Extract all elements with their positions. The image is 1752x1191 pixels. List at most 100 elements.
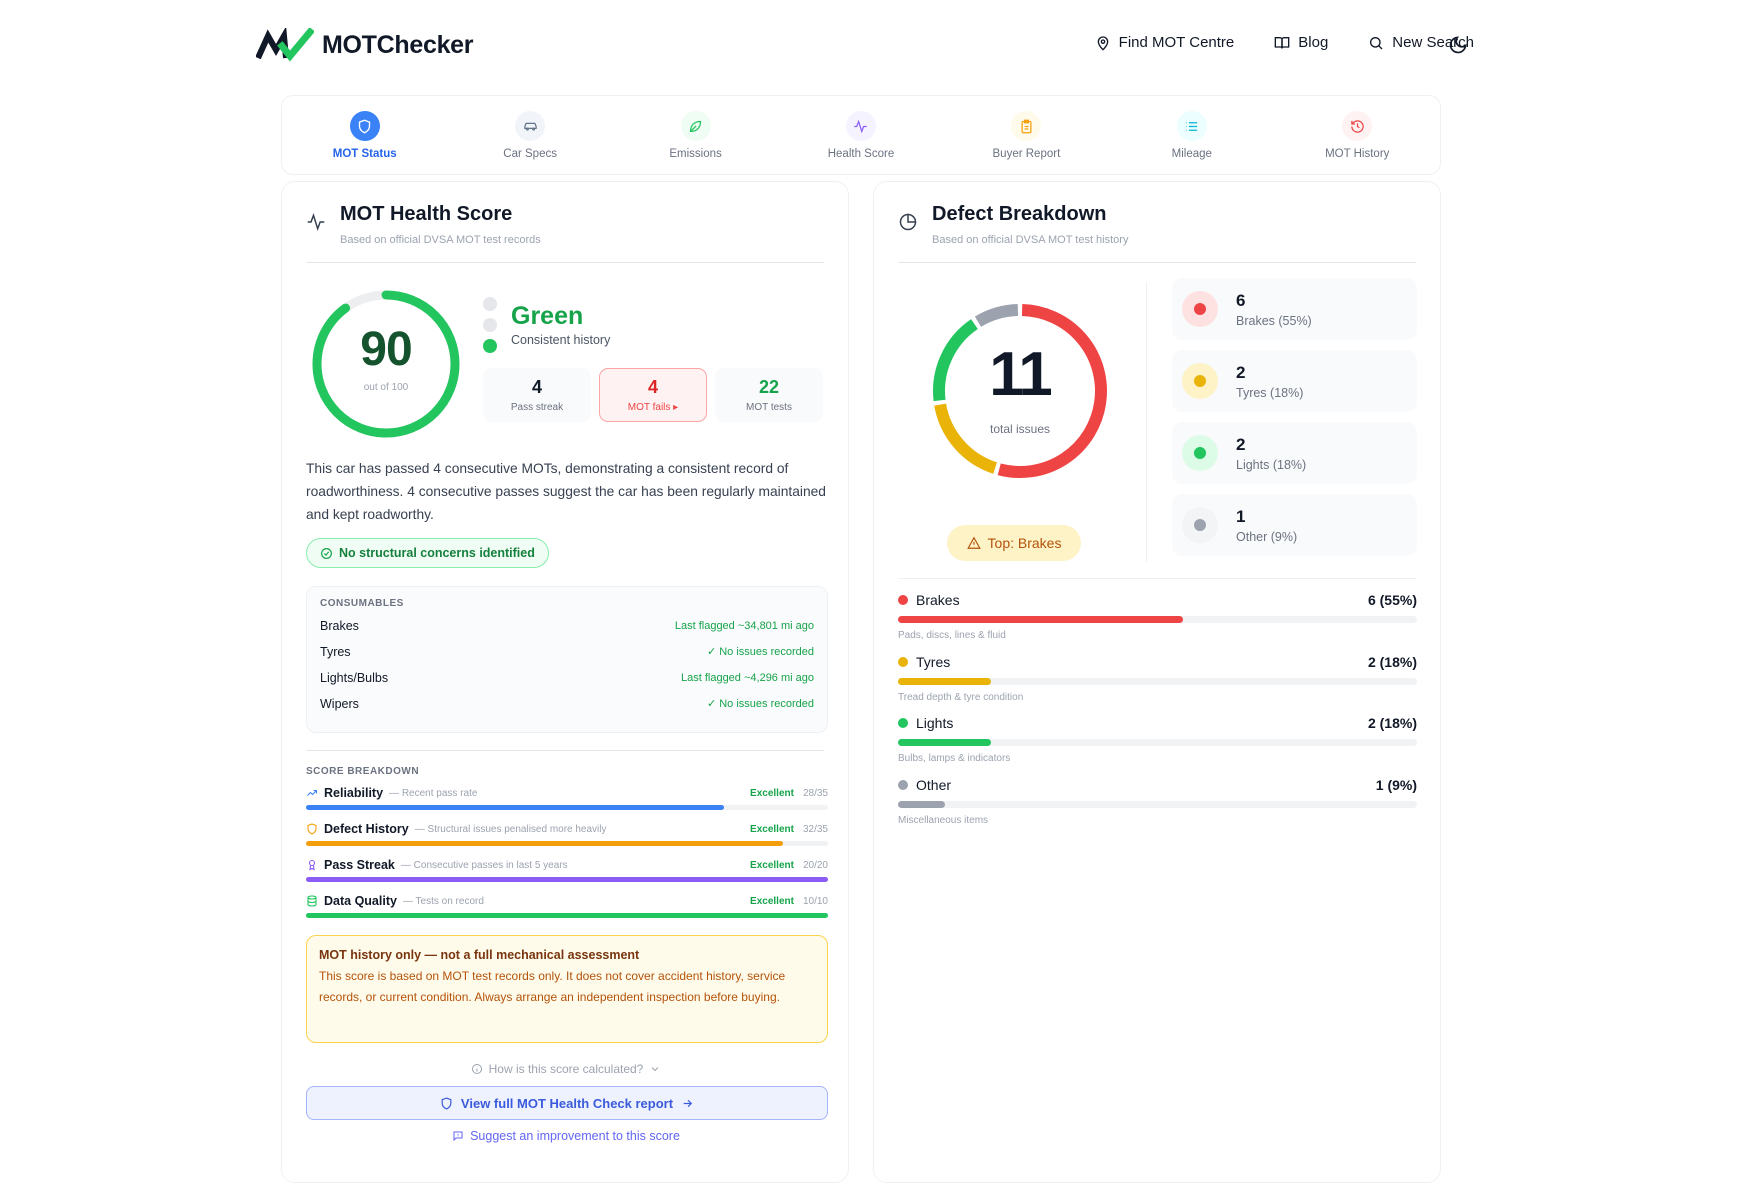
how-calculated-toggle[interactable]: How is this score calculated?	[282, 1062, 850, 1076]
bar-value: 1 (9%)	[1375, 776, 1417, 793]
bar-description: Miscellaneous items	[898, 814, 989, 826]
bar-name: Other	[916, 776, 952, 793]
breakdown-desc: — Recent pass rate	[389, 787, 478, 799]
tab-buyer-report[interactable]: Buyer Report	[944, 96, 1109, 174]
breakdown-track	[306, 805, 828, 810]
legend-label: Tyres (18%)	[1236, 385, 1304, 400]
breakdown-score: 32/35	[802, 823, 828, 835]
bar-fill	[898, 677, 992, 685]
moon-icon[interactable]	[1448, 35, 1468, 55]
tab-icon-wrap	[515, 111, 546, 141]
health-subtitle: Based on official DVSA MOT test records	[340, 234, 541, 246]
tab-icon-wrap	[845, 111, 876, 141]
nav-blog[interactable]: Blog	[1274, 34, 1328, 51]
legend-dot	[1194, 519, 1206, 531]
vertical-divider	[1146, 282, 1147, 562]
bar-name: Lights	[916, 715, 954, 731]
consumable-name: Brakes	[320, 619, 359, 633]
list-icon	[1186, 121, 1198, 131]
bar-track	[898, 677, 1417, 685]
health-summary: This car has passed 4 consecutive MOTs, …	[306, 461, 826, 522]
nav-find-centre[interactable]: Find MOT Centre	[1095, 34, 1235, 51]
breakdown-row-data-quality: Data Quality — Tests on record Excellent…	[306, 894, 828, 930]
tab-label: Mileage	[1171, 148, 1212, 160]
book-icon	[1274, 36, 1290, 48]
legend-item-tyres: 2 Tyres (18%)	[1172, 350, 1417, 412]
structural-status-text: No structural concerns identified	[339, 546, 535, 560]
breakdown-name: Reliability	[324, 786, 384, 800]
nav-find-centre-label: Find MOT Centre	[1118, 34, 1235, 51]
legend-dot	[1194, 447, 1206, 459]
breakdown-track	[306, 841, 828, 846]
bar-fill	[898, 739, 992, 746]
view-report-button[interactable]: View full MOT Health Check report	[306, 1086, 828, 1120]
tab-label: Buyer Report	[992, 148, 1061, 160]
score-breakdown-list: Reliability — Recent pass rate Excellent…	[306, 786, 828, 930]
suggest-improvement-label: Suggest an improvement to this score	[470, 1129, 680, 1143]
tab-health-score[interactable]: Health Score	[778, 96, 943, 174]
defect-bar-tyres: Tyres 2 (18%) Tread depth & tyre conditi…	[898, 654, 1417, 716]
stat-mot-tests: 22 MOT tests	[715, 368, 823, 422]
consumables-label: CONSUMABLES	[320, 598, 404, 609]
legend-dot	[1194, 375, 1206, 387]
health-title: MOT Health Score	[340, 203, 513, 225]
legend-dot-wrap	[1182, 291, 1218, 327]
tab-emissions[interactable]: Emissions	[613, 96, 778, 174]
defect-bar-lights: Lights 2 (18%) Bulbs, lamps & indicators	[898, 715, 1417, 777]
bar-fill	[898, 616, 1184, 623]
bar-dot	[898, 779, 908, 790]
divider	[898, 578, 1416, 579]
consumable-value: ✓ No issues recorded	[706, 698, 814, 710]
tab-label: Emissions	[669, 148, 722, 160]
consumable-value: Last flagged ~34,801 mi ago	[674, 620, 814, 632]
defect-card-header: Defect Breakdown Based on official DVSA …	[898, 200, 1128, 246]
suggest-improvement-link[interactable]: Suggest an improvement to this score	[282, 1129, 850, 1143]
bar-value: 2 (18%)	[1367, 715, 1417, 731]
breakdown-fill	[306, 841, 784, 846]
stat-label: Pass streak	[510, 402, 564, 413]
divider	[306, 262, 824, 263]
bar-dot	[898, 718, 908, 728]
message-icon	[453, 1131, 463, 1142]
breakdown-row-reliability: Reliability — Recent pass rate Excellent…	[306, 786, 828, 822]
legend-item-brakes: 6 Brakes (55%)	[1172, 278, 1417, 340]
legend-label: Brakes (55%)	[1236, 313, 1312, 328]
score-breakdown-label: SCORE BREAKDOWN	[306, 766, 420, 777]
legend-item-lights: 2 Lights (18%)	[1172, 422, 1417, 484]
tab-mileage[interactable]: Mileage	[1109, 96, 1274, 174]
legend-dot-wrap	[1182, 435, 1218, 471]
disclaimer-title: MOT history only — not a full mechanical…	[319, 948, 640, 962]
tab-label: Health Score	[827, 148, 895, 160]
legend-count: 2	[1236, 434, 1246, 454]
legend-dot-wrap	[1182, 507, 1218, 543]
tab-mot-history[interactable]: MOT History	[1275, 96, 1440, 174]
legend-count: 1	[1236, 506, 1246, 526]
shield-icon	[307, 823, 317, 835]
structural-status-badge: No structural concerns identified	[306, 538, 549, 568]
health-score-max: out of 100	[363, 382, 409, 393]
legend-dot	[1194, 303, 1206, 315]
search-icon	[1370, 36, 1383, 49]
how-calculated-label: How is this score calculated?	[488, 1062, 644, 1076]
traffic-light-red	[483, 297, 497, 311]
consumables-panel: CONSUMABLES Brakes Last flagged ~34,801 …	[306, 586, 828, 733]
defect-title: Defect Breakdown	[932, 203, 1107, 225]
breakdown-name: Data Quality	[324, 894, 397, 908]
stat-mot-fails[interactable]: 4 MOT fails ▸	[599, 368, 707, 422]
bar-description: Tread depth & tyre condition	[898, 691, 1024, 703]
breakdown-desc: — Structural issues penalised more heavi…	[414, 823, 607, 835]
logo[interactable]: MOTChecker	[256, 28, 474, 62]
bar-track	[898, 800, 1417, 808]
bar-dot	[898, 656, 908, 667]
stat-value: 4	[531, 377, 542, 397]
stat-pass-streak: 4 Pass streak	[483, 368, 591, 422]
bar-description: Pads, discs, lines & fluid	[898, 630, 1006, 641]
logo-icon	[256, 28, 314, 62]
breakdown-grade: Excellent	[750, 859, 794, 871]
consumable-row: Brakes Last flagged ~34,801 mi ago	[320, 618, 814, 635]
legend-count: 2	[1236, 362, 1246, 382]
defect-breakdown-card: Defect Breakdown Based on official DVSA …	[873, 181, 1441, 1183]
tab-car-specs[interactable]: Car Specs	[447, 96, 612, 174]
defect-bar-other: Other 1 (9%) Miscellaneous items	[898, 777, 1417, 839]
tab-mot-status[interactable]: MOT Status	[282, 96, 447, 174]
